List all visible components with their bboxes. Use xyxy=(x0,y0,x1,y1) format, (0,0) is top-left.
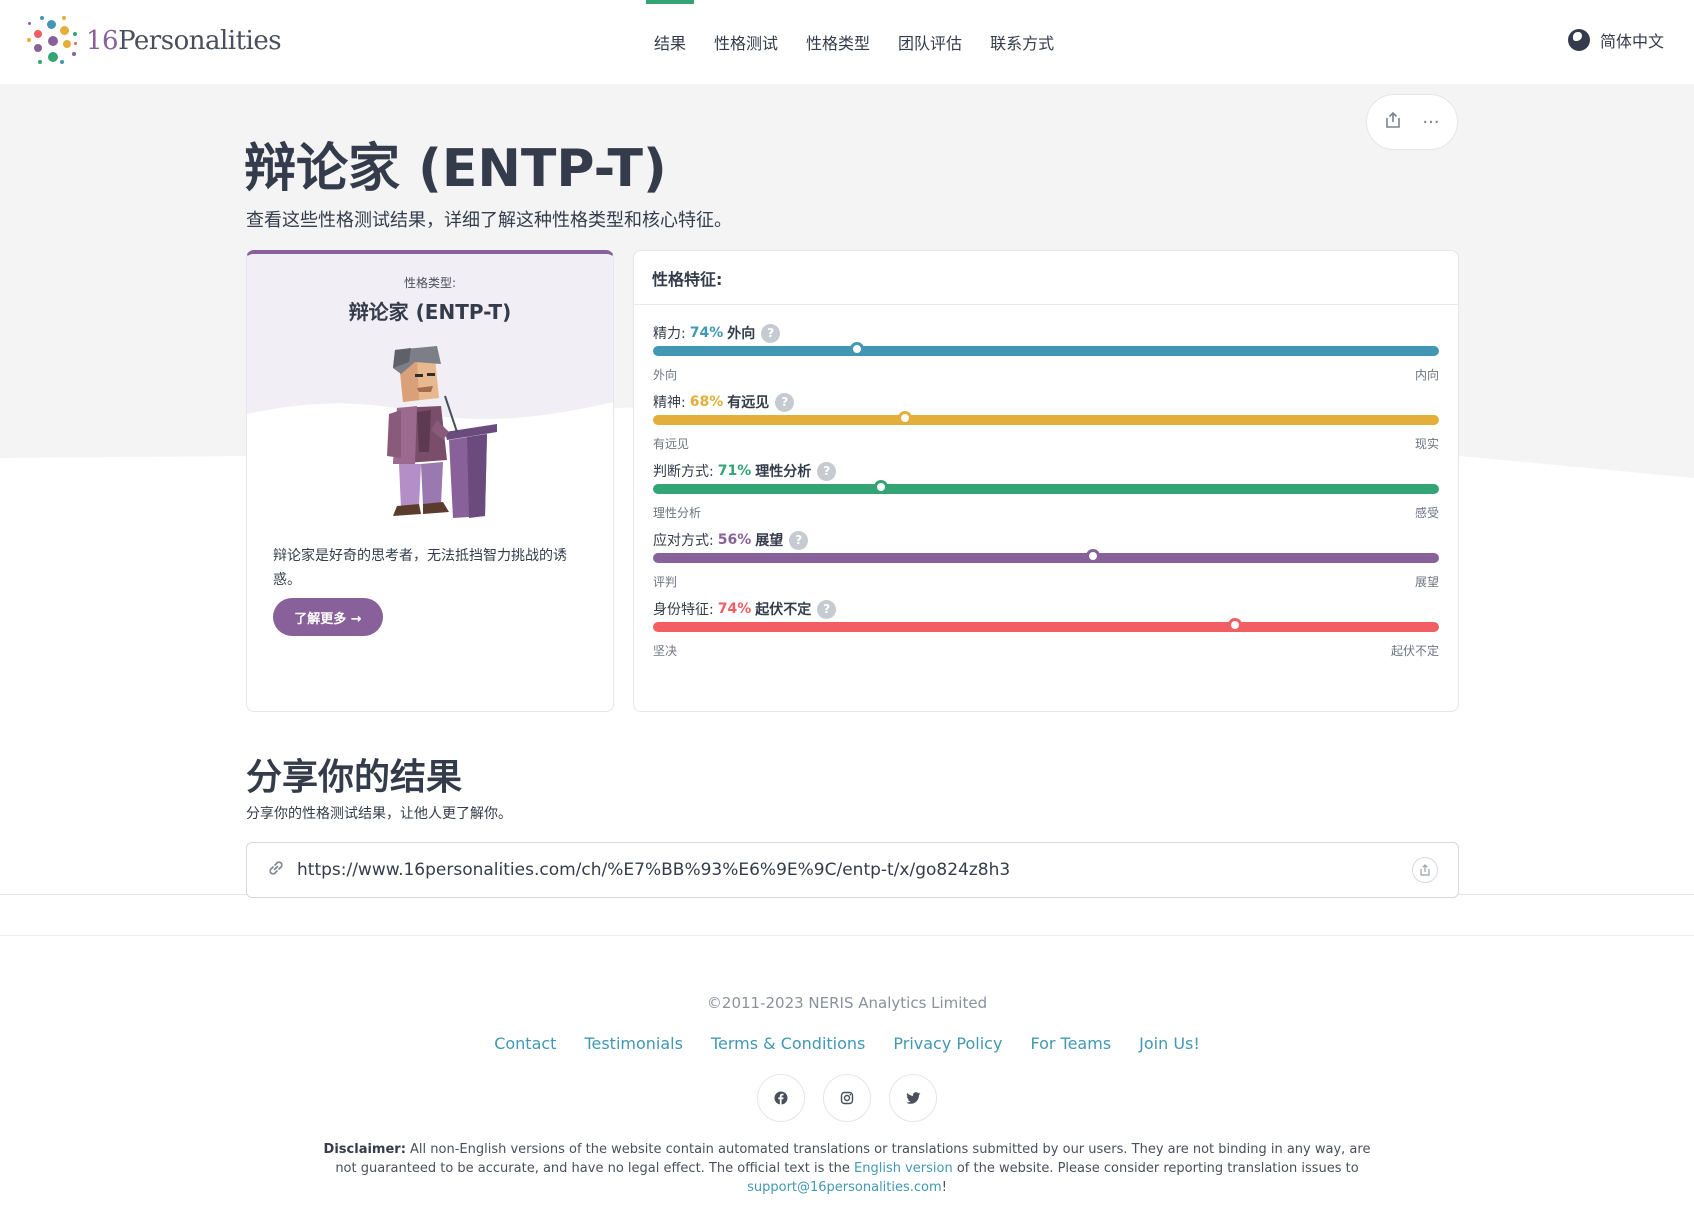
trait-percent: 68% xyxy=(689,394,724,410)
site-logo[interactable]: 16Personalities xyxy=(26,14,282,68)
language-label: 简体中文 xyxy=(1599,32,1664,51)
link-icon xyxy=(267,859,285,882)
trait-row-tactics: 应对方式: 56% 展望? 评判 展望 xyxy=(653,530,1439,594)
main-nav: 结果 性格测试 性格类型 团队评估 联系方式 xyxy=(640,0,1068,84)
trait-bar xyxy=(653,342,1439,356)
type-description: 辩论家是好奇的思考者，无法抵挡智力挑战的诱惑。 xyxy=(273,548,567,588)
footer-links: Contact Testimonials Terms & Conditions … xyxy=(0,1034,1694,1053)
trait-title: 应对方式: 56% 展望? xyxy=(653,530,809,550)
disclaimer: Disclaimer: All non-English versions of … xyxy=(323,1142,1371,1195)
footer-divider xyxy=(0,935,1694,936)
trait-bar xyxy=(653,480,1439,494)
trait-left-pole: 外向 xyxy=(653,368,678,382)
help-icon[interactable]: ? xyxy=(789,530,809,550)
trait-prefix: 应对方式: xyxy=(653,533,714,549)
trait-title: 精力: 74% 外向? xyxy=(653,323,781,343)
trait-slider-knob[interactable] xyxy=(873,480,888,494)
page-subtitle: 查看这些性格测试结果，详细了解这种性格类型和核心特征。 xyxy=(246,210,732,231)
trait-left-pole: 有远见 xyxy=(653,437,690,451)
type-name: 辩论家 (ENTP-T) xyxy=(348,300,512,324)
footer-link-join[interactable]: Join Us! xyxy=(1139,1034,1200,1053)
help-icon[interactable]: ? xyxy=(761,323,781,343)
trait-left-pole: 理性分析 xyxy=(653,506,702,520)
trait-prefix: 判断方式: xyxy=(653,464,714,480)
trait-name: 起伏不定 xyxy=(755,602,812,618)
personality-type-card: 性格类型: 辩论家 (ENTP-T) 辩论家是好奇的思考者，无法抵挡智力挑战的诱… xyxy=(246,250,614,712)
trait-row-identity: 身份特征: 74% 起伏不定? 坚决 起伏不定 xyxy=(653,599,1439,663)
share-title: 分享你的结果 xyxy=(246,757,463,798)
language-selector[interactable]: 简体中文 xyxy=(1567,28,1664,52)
trait-right-pole: 起伏不定 xyxy=(1390,644,1439,658)
footer-link-teams[interactable]: For Teams xyxy=(1030,1034,1111,1053)
trait-slider-knob[interactable] xyxy=(897,411,912,425)
logo-mark-icon xyxy=(26,14,80,68)
share-url[interactable]: https://www.16personalities.com/ch/%E7%B… xyxy=(297,860,1412,880)
instagram-icon[interactable] xyxy=(823,1074,871,1122)
support-email-link[interactable]: support@16personalities.com xyxy=(747,1180,942,1195)
trait-name: 理性分析 xyxy=(755,464,812,480)
site-header: 16Personalities 结果 性格测试 性格类型 团队评估 联系方式 简… xyxy=(0,0,1694,84)
twitter-icon[interactable] xyxy=(889,1074,937,1122)
trait-title: 判断方式: 71% 理性分析? xyxy=(653,461,837,481)
trait-slider-knob[interactable] xyxy=(1086,549,1101,563)
help-icon[interactable]: ? xyxy=(775,392,795,412)
social-links xyxy=(0,1074,1694,1122)
learn-more-button[interactable]: 了解更多 → xyxy=(273,598,383,636)
nav-personality-types[interactable]: 性格类型 xyxy=(792,0,884,84)
trait-bar xyxy=(653,618,1439,632)
help-icon[interactable]: ? xyxy=(817,461,837,481)
trait-percent: 56% xyxy=(717,532,752,548)
trait-prefix: 身份特征: xyxy=(653,602,714,618)
facebook-icon[interactable] xyxy=(757,1074,805,1122)
more-icon[interactable]: ··· xyxy=(1422,112,1439,133)
nav-personality-test[interactable]: 性格测试 xyxy=(700,0,792,84)
nav-results[interactable]: 结果 xyxy=(640,0,700,84)
debater-avatar-illustration xyxy=(387,346,497,518)
trait-name: 展望 xyxy=(755,533,784,549)
trait-name: 外向 xyxy=(727,326,756,342)
page-actions: ··· xyxy=(1366,94,1458,150)
trait-prefix: 精力: xyxy=(653,326,686,342)
share-subtitle: 分享你的性格测试结果，让他人更了解你。 xyxy=(246,806,512,822)
trait-right-pole: 内向 xyxy=(1414,368,1439,382)
footer-link-testimonials[interactable]: Testimonials xyxy=(584,1034,683,1053)
copy-link-icon[interactable] xyxy=(1412,857,1438,883)
trait-bar xyxy=(653,549,1439,563)
trait-right-pole: 感受 xyxy=(1414,506,1439,520)
trait-row-energy: 精力: 74% 外向? 外向 内向 xyxy=(653,323,1439,387)
footer-link-privacy[interactable]: Privacy Policy xyxy=(893,1034,1002,1053)
trait-percent: 71% xyxy=(717,463,752,479)
trait-percent: 74% xyxy=(689,325,724,341)
english-version-link[interactable]: English version xyxy=(854,1161,953,1176)
footer-link-contact[interactable]: Contact xyxy=(494,1034,556,1053)
trait-title: 精神: 68% 有远见? xyxy=(653,392,795,412)
globe-icon xyxy=(1567,29,1590,51)
nav-team-assessment[interactable]: 团队评估 xyxy=(884,0,976,84)
logo-wordmark: 16Personalities xyxy=(86,26,282,56)
trait-bar xyxy=(653,411,1439,425)
share-icon[interactable] xyxy=(1384,111,1402,134)
footer-link-terms[interactable]: Terms & Conditions xyxy=(711,1034,865,1053)
trait-left-pole: 坚决 xyxy=(653,644,678,658)
type-label: 性格类型: xyxy=(403,276,457,290)
trait-right-pole: 现实 xyxy=(1414,437,1439,451)
personality-traits-card: 性格特征: 精力: 74% 外向? 外向 内向 精神: 68% 有远见? 有远见 现实 判断方式: 7… xyxy=(633,250,1459,712)
trait-prefix: 精神: xyxy=(653,395,686,411)
page-title: 辩论家 (ENTP-T) xyxy=(244,139,667,199)
copyright: ©2011-2023 NERIS Analytics Limited xyxy=(706,994,988,1012)
trait-percent: 74% xyxy=(717,601,752,617)
nav-contact[interactable]: 联系方式 xyxy=(976,0,1068,84)
share-url-field[interactable]: https://www.16personalities.com/ch/%E7%B… xyxy=(246,842,1459,898)
trait-right-pole: 展望 xyxy=(1414,575,1439,589)
trait-left-pole: 评判 xyxy=(653,575,678,589)
trait-name: 有远见 xyxy=(727,395,770,411)
help-icon[interactable]: ? xyxy=(817,599,837,619)
trait-slider-knob[interactable] xyxy=(1227,618,1242,632)
trait-slider-knob[interactable] xyxy=(850,342,865,356)
trait-row-mind: 精神: 68% 有远见? 有远见 现实 xyxy=(653,392,1439,456)
trait-title: 身份特征: 74% 起伏不定? xyxy=(653,599,837,619)
traits-heading: 性格特征: xyxy=(634,251,1458,305)
trait-row-nature: 判断方式: 71% 理性分析? 理性分析 感受 xyxy=(653,461,1439,525)
